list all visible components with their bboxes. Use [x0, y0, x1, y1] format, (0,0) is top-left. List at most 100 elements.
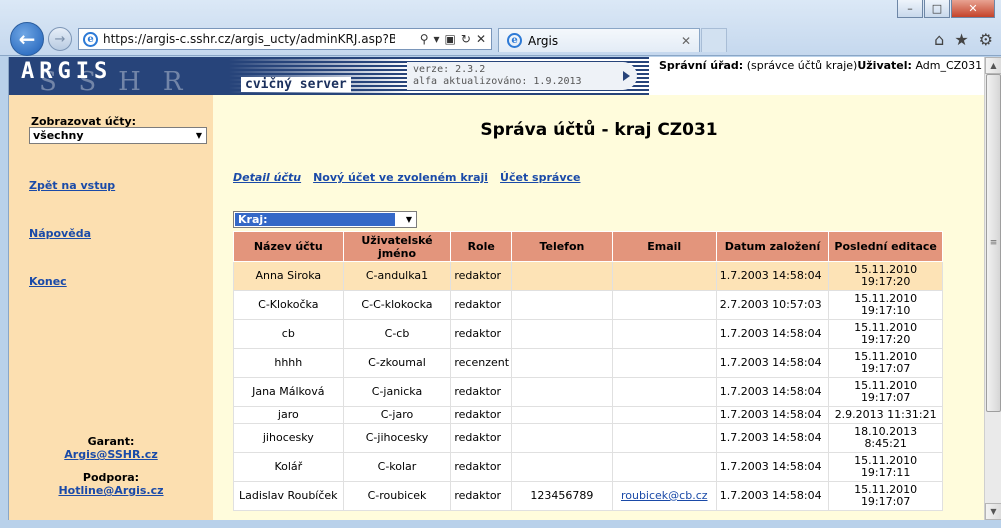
cell-role: redaktor: [450, 290, 513, 320]
vertical-scrollbar[interactable]: ▲ ≡ ▼: [984, 57, 1001, 520]
back-to-entry-link[interactable]: Zpět na vstup: [29, 179, 115, 192]
new-account-link[interactable]: Nový účet ve zvoleném kraji: [313, 171, 488, 184]
tab-close-icon[interactable]: ✕: [681, 34, 691, 48]
updated-text: alfa aktualizováno: 1.9.2013: [413, 76, 582, 87]
logo-band: SSHR ARGIS cvičný server verze: 2.3.2 al…: [9, 57, 649, 95]
favorites-star-icon[interactable]: ★: [954, 30, 968, 49]
minimize-button[interactable]: –: [897, 0, 923, 18]
scroll-up-icon[interactable]: ▲: [985, 57, 1001, 74]
office-label: Správní úřad:: [659, 59, 744, 72]
cell-edited: 18.10.2013 8:45:21: [828, 423, 943, 453]
stop-icon[interactable]: ✕: [476, 32, 486, 46]
cell-name: C-Klokočka: [233, 290, 344, 320]
cell-edited: 15.11.2010 19:17:20: [828, 261, 943, 291]
address-bar[interactable]: e https://argis-c.sshr.cz/argis_ucty/adm…: [78, 28, 492, 50]
guarantor-email-link[interactable]: Argis@SSHR.cz: [64, 448, 157, 461]
col-header-name[interactable]: Název účtu: [233, 231, 344, 262]
cell-edited: 15.11.2010 19:17:07: [828, 348, 943, 378]
cell-phone: [511, 423, 613, 453]
cell-email: [611, 452, 717, 482]
end-link[interactable]: Konec: [29, 275, 67, 288]
cell-username: C-jihocesky: [342, 423, 452, 453]
close-window-button[interactable]: ✕: [951, 0, 995, 18]
version-text: verze: 2.3.2: [413, 64, 486, 75]
cell-edited: 15.11.2010 19:17:20: [828, 319, 943, 349]
filter-select[interactable]: všechny ▼: [29, 127, 207, 144]
cell-username: C-C-klokocka: [342, 290, 452, 320]
table-row[interactable]: C-Klokočka C-C-klokocka redaktor 2.7.200…: [233, 290, 943, 320]
col-header-edited[interactable]: Poslední editace: [828, 231, 943, 262]
back-arrow-icon[interactable]: ←: [10, 22, 44, 56]
cell-edited: 15.11.2010 19:17:10: [828, 290, 943, 320]
cell-phone: 123456789: [511, 481, 613, 511]
cell-username: C-jaro: [342, 406, 452, 424]
table-row[interactable]: jaro C-jaro redaktor 1.7.2003 14:58:04 2…: [233, 406, 943, 424]
cell-name: jihocesky: [233, 423, 344, 453]
tools-gear-icon[interactable]: ⚙: [979, 30, 993, 49]
cell-role: redaktor: [450, 377, 513, 407]
cell-role: redaktor: [450, 261, 513, 291]
sidebar: Zobrazovat účty: všechny ▼ Zpět na vstup…: [9, 95, 213, 520]
forward-arrow-icon[interactable]: →: [48, 27, 72, 51]
support-email-link[interactable]: Hotline@Argis.cz: [58, 484, 163, 497]
scrollbar-thumb[interactable]: ≡: [986, 74, 1001, 412]
cell-phone: [511, 290, 613, 320]
window-controls: – □ ✕: [897, 0, 995, 18]
cell-role: redaktor: [450, 423, 513, 453]
cell-email: [611, 406, 717, 424]
new-tab-button[interactable]: [701, 28, 727, 52]
filter-value: všechny: [33, 129, 84, 142]
detail-account-link[interactable]: Detail účtu: [233, 171, 301, 184]
cell-username: C-janicka: [342, 377, 452, 407]
table-row[interactable]: jihocesky C-jihocesky redaktor 1.7.2003 …: [233, 423, 943, 453]
region-select[interactable]: Kraj: ▼: [233, 211, 417, 228]
cell-name: jaro: [233, 406, 344, 424]
search-icon[interactable]: ⚲: [420, 32, 429, 46]
address-url[interactable]: https://argis-c.sshr.cz/argis_ucty/admin…: [103, 32, 395, 46]
lock-icon[interactable]: ▣: [445, 32, 456, 46]
chevron-down-icon: ▼: [405, 215, 412, 224]
col-header-role[interactable]: Role: [450, 231, 513, 262]
guarantor-block: Garant: Argis@SSHR.cz: [9, 435, 213, 461]
scroll-down-icon[interactable]: ▼: [985, 503, 1001, 520]
version-box: verze: 2.3.2 alfa aktualizováno: 1.9.201…: [407, 62, 637, 90]
col-header-username[interactable]: Uživatelské jméno: [342, 231, 452, 262]
support-label: Podpora:: [82, 471, 140, 484]
cell-created: 2.7.2003 10:57:03: [715, 290, 830, 320]
ie-tab-icon: e: [507, 33, 522, 48]
table-row[interactable]: cb C-cb redaktor 1.7.2003 14:58:04 15.11…: [233, 319, 943, 349]
cell-name: hhhh: [233, 348, 344, 378]
cell-phone: [511, 348, 613, 378]
cell-email: [611, 348, 717, 378]
support-block: Podpora: Hotline@Argis.cz: [9, 471, 213, 497]
email-link[interactable]: roubicek@cb.cz: [621, 489, 708, 502]
office-value: (správce účtů kraje): [746, 59, 858, 72]
cell-username: C-kolar: [342, 452, 452, 482]
tab-argis[interactable]: e Argis ✕: [498, 28, 700, 52]
cell-role: redaktor: [450, 452, 513, 482]
cell-email: [611, 290, 717, 320]
dropdown-icon[interactable]: ▾: [434, 32, 440, 46]
cell-created: 1.7.2003 14:58:04: [715, 481, 830, 511]
version-arrow-icon: [623, 71, 630, 81]
address-tools: ⚲ ▾ ▣ ↻ ✕: [420, 32, 491, 46]
col-header-created[interactable]: Datum založení: [715, 231, 830, 262]
cell-created: 1.7.2003 14:58:04: [715, 261, 830, 291]
page-viewport: SSHR ARGIS cvičný server verze: 2.3.2 al…: [8, 57, 984, 520]
table-row[interactable]: Kolář C-kolar redaktor 1.7.2003 14:58:04…: [233, 452, 943, 482]
table-row[interactable]: Anna Siroka C-andulka1 redaktor 1.7.2003…: [233, 261, 943, 291]
cell-phone: [511, 261, 613, 291]
refresh-icon[interactable]: ↻: [461, 32, 471, 46]
col-header-email[interactable]: Email: [611, 231, 717, 262]
table-row[interactable]: hhhh C-zkoumal recenzent 1.7.2003 14:58:…: [233, 348, 943, 378]
col-header-phone[interactable]: Telefon: [511, 231, 613, 262]
table-row[interactable]: Ladislav Roubíček C-roubicek redaktor 12…: [233, 481, 943, 511]
table-row[interactable]: Jana Málková C-janicka redaktor 1.7.2003…: [233, 377, 943, 407]
home-icon[interactable]: ⌂: [934, 30, 944, 49]
help-link[interactable]: Nápověda: [29, 227, 91, 240]
admin-account-link[interactable]: Účet správce: [500, 171, 580, 184]
user-value: Adm_CZ031: [915, 59, 983, 72]
cell-name: cb: [233, 319, 344, 349]
maximize-button[interactable]: □: [924, 0, 950, 18]
cell-phone: [511, 319, 613, 349]
